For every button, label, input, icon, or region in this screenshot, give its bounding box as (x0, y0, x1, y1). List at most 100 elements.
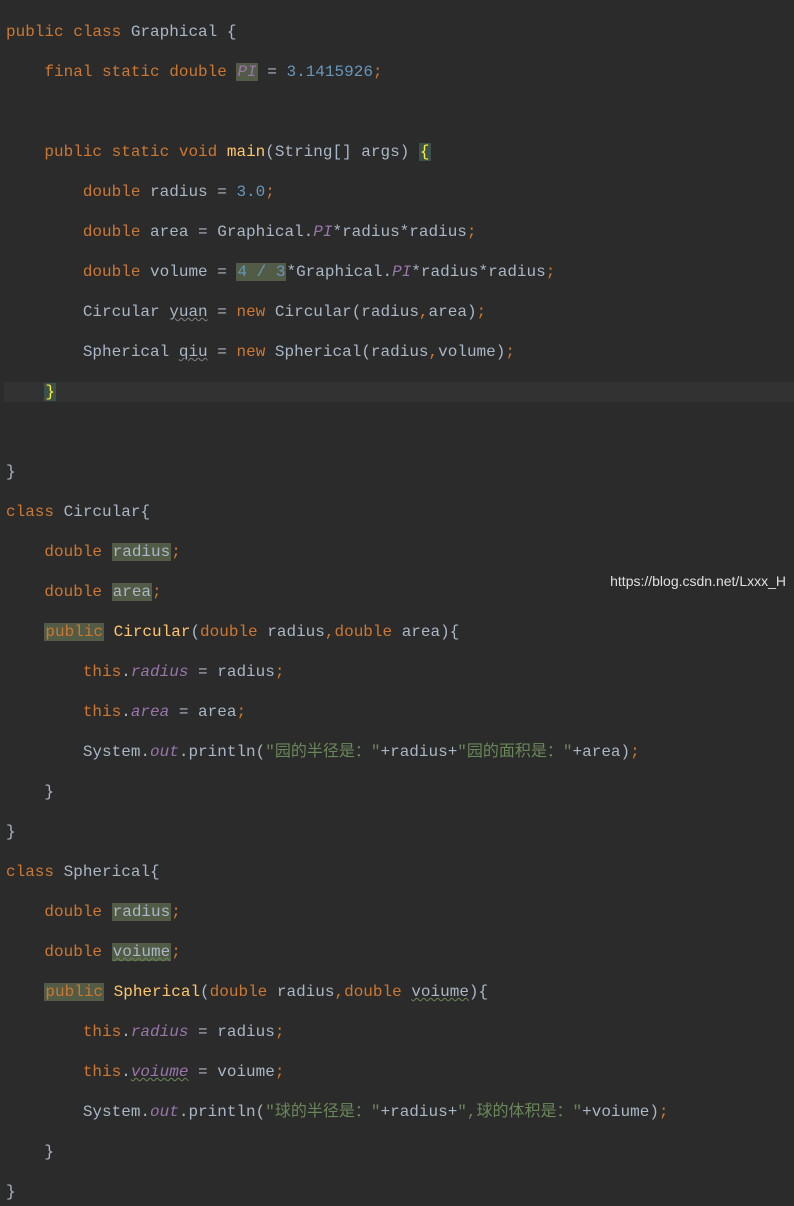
semicolon: ; (265, 183, 275, 201)
println: .println( (179, 1103, 265, 1121)
out: out (150, 1103, 179, 1121)
keyword-public: public (6, 23, 64, 41)
semicolon: ; (630, 743, 640, 761)
paren: ){ (469, 983, 488, 1001)
code-line (4, 102, 794, 122)
close-brace: } (6, 463, 16, 481)
semicolon: ; (477, 303, 487, 321)
type-double: double (83, 263, 141, 281)
semicolon: ; (171, 543, 181, 561)
comma: , (325, 623, 335, 641)
type-double: double (83, 223, 141, 241)
param: area){ (402, 623, 460, 641)
paren: ( (190, 623, 200, 641)
type-double: double (169, 63, 227, 81)
equals: = (267, 63, 277, 81)
close-brace-hl: } (44, 383, 56, 401)
code-line: } (4, 782, 794, 802)
system: System. (83, 743, 150, 761)
code-line: final static double PI = 3.1415926; (4, 62, 794, 82)
semicolon: ; (171, 903, 181, 921)
assign: = voiume (198, 1063, 275, 1081)
keyword-public-hl: public (44, 623, 104, 641)
keyword-class: class (6, 863, 54, 881)
keyword-new: new (236, 343, 265, 361)
field-radius: radius (112, 903, 172, 921)
keyword-static: static (112, 143, 170, 161)
ctor-call: area) (429, 303, 477, 321)
code-line: double radius = 3.0; (4, 182, 794, 202)
var-yuan: yuan (169, 303, 207, 321)
code-editor: public class Graphical { final static do… (0, 0, 794, 1206)
class-name: Circular{ (64, 503, 150, 521)
concat: +voiume) (582, 1103, 659, 1121)
code-line: double volume = 4 / 3*Graphical.PI*radiu… (4, 262, 794, 282)
type-spherical: Spherical (83, 343, 169, 361)
type-circular: Circular (83, 303, 160, 321)
number: 3.0 (236, 183, 265, 201)
semicolon: ; (546, 263, 556, 281)
ctor-call: volume) (438, 343, 505, 361)
semicolon: ; (275, 663, 285, 681)
param: radius (277, 983, 335, 1001)
dot: . (121, 663, 131, 681)
ctor-call: Spherical(radius (275, 343, 429, 361)
ctor-call: Circular(radius (275, 303, 419, 321)
field-area: area (112, 583, 152, 601)
concat: +radius+ (380, 743, 457, 761)
method-main: main (227, 143, 265, 161)
keyword-class: class (73, 23, 121, 41)
paren: ( (200, 983, 210, 1001)
open-brace: { (227, 23, 237, 41)
code-line (4, 422, 794, 442)
semicolon: ; (275, 1063, 285, 1081)
code-line: double area = Graphical.PI*radius*radius… (4, 222, 794, 242)
code-line: } (4, 462, 794, 482)
class-name: Spherical{ (64, 863, 160, 881)
comma: , (419, 303, 429, 321)
field-ref-voiume: voiume (131, 1063, 189, 1081)
args: (String[] args) (265, 143, 409, 161)
semicolon: ; (467, 223, 477, 241)
comma: , (429, 343, 439, 361)
dot: . (121, 703, 131, 721)
type-double: double (334, 623, 392, 641)
code-line: Circular yuan = new Circular(radius,area… (4, 302, 794, 322)
field-pi: PI (392, 263, 411, 281)
code-line-current: } (4, 382, 794, 402)
string: "园的面积是：" (457, 743, 572, 761)
assign: = radius (198, 663, 275, 681)
code-line: public static void main(String[] args) { (4, 142, 794, 162)
code-line: class Spherical{ (4, 862, 794, 882)
keyword-this: this (83, 1023, 121, 1041)
keyword-class: class (6, 503, 54, 521)
semicolon: ; (152, 583, 162, 601)
semicolon: ; (236, 703, 246, 721)
close-brace: } (44, 783, 54, 801)
code-line: public Spherical(double radius,double vo… (4, 982, 794, 1002)
type-double: double (44, 903, 102, 921)
code-line: Spherical qiu = new Spherical(radius,vol… (4, 342, 794, 362)
field-pi: PI (313, 223, 332, 241)
semicolon: ; (659, 1103, 669, 1121)
ctor-name: Circular (114, 623, 191, 641)
close-brace: } (6, 1183, 16, 1201)
code-line: this.radius = radius; (4, 662, 794, 682)
assign: = radius (198, 1023, 275, 1041)
type-double: double (344, 983, 402, 1001)
keyword-void: void (179, 143, 217, 161)
keyword-public: public (44, 143, 102, 161)
code-line: this.area = area; (4, 702, 794, 722)
out: out (150, 743, 179, 761)
open-brace-hl: { (419, 143, 431, 161)
code-line: double voiume; (4, 942, 794, 962)
assign: = area (179, 703, 237, 721)
var-radius: radius = (150, 183, 227, 201)
keyword-this: this (83, 703, 121, 721)
semicolon: ; (275, 1023, 285, 1041)
code-line: } (4, 1182, 794, 1202)
type-double: double (44, 943, 102, 961)
string: "园的半径是：" (265, 743, 380, 761)
code-line: } (4, 1142, 794, 1162)
ctor-name: Spherical (114, 983, 200, 1001)
